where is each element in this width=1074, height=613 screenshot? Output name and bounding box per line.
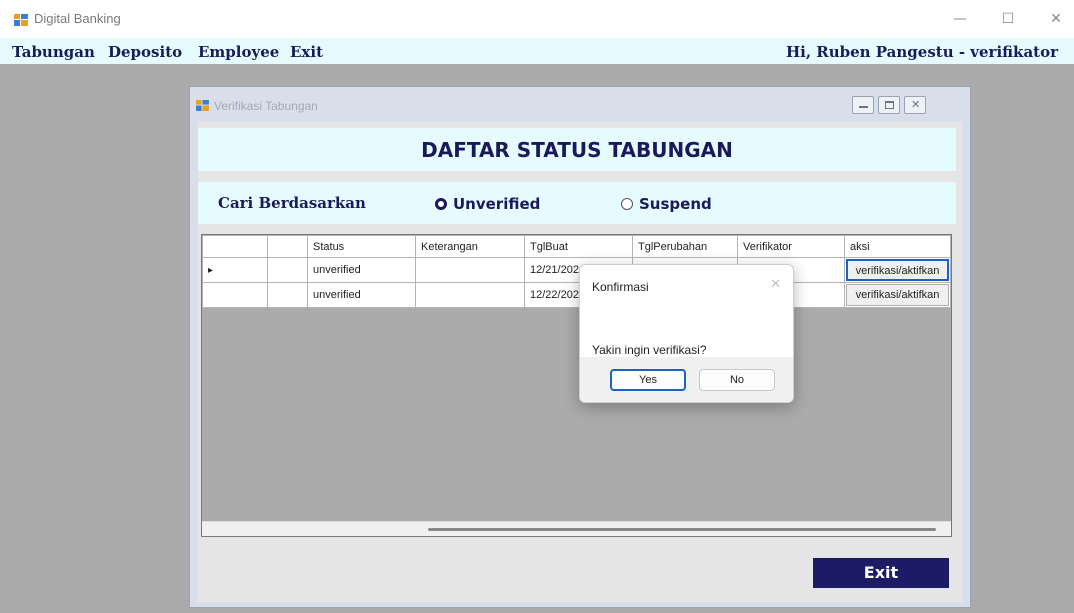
- row-indicator: ▸: [202, 257, 268, 283]
- no-button[interactable]: No: [699, 369, 775, 391]
- cell-aksi: verifikasi/aktifkan: [844, 282, 951, 308]
- row-indicator: [202, 282, 268, 308]
- cell-id[interactable]: [267, 257, 308, 283]
- table-row[interactable]: unverified 12/22/202 verifikasi/aktifkan: [202, 282, 951, 308]
- menu-tabungan[interactable]: Tabungan: [12, 43, 95, 61]
- search-panel: Cari Berdasarkan Unverified Suspend: [198, 182, 956, 224]
- child-title-bar: Verifikasi Tabungan ✕: [190, 87, 970, 122]
- form-icon: [196, 100, 209, 111]
- cell-keterangan[interactable]: [415, 257, 525, 283]
- confirm-dialog: Konfirmasi ✕ Yakin ingin verifikasi? Yes…: [579, 264, 794, 403]
- header-panel: DAFTAR STATUS TABUNGAN: [198, 128, 956, 171]
- col-header-status[interactable]: Status: [307, 235, 416, 258]
- minimize-icon[interactable]: —: [950, 10, 970, 28]
- child-restore-icon[interactable]: [878, 96, 900, 114]
- page-title: DAFTAR STATUS TABUNGAN: [421, 138, 733, 162]
- menu-deposito[interactable]: Deposito: [108, 43, 182, 61]
- app-title: Digital Banking: [34, 11, 121, 26]
- user-greeting: Hi, Ruben Pangestu - verifikator: [785, 43, 1058, 61]
- col-header-keterangan[interactable]: Keterangan: [415, 235, 525, 258]
- col-header-rowselector: [202, 235, 268, 258]
- child-minimize-icon[interactable]: [852, 96, 874, 114]
- app-title-bar: Digital Banking — ☐ ✕: [0, 0, 1074, 38]
- status-table: Status Keterangan TglBuat TglPerubahan V…: [202, 235, 951, 308]
- close-icon[interactable]: ✕: [1046, 10, 1066, 28]
- dialog-close-icon[interactable]: ✕: [770, 277, 781, 292]
- cell-id[interactable]: [267, 282, 308, 308]
- dialog-message: Yakin ingin verifikasi?: [592, 343, 707, 357]
- cell-keterangan[interactable]: [415, 282, 525, 308]
- col-header-id: [267, 235, 308, 258]
- child-title: Verifikasi Tabungan: [214, 99, 318, 113]
- cell-status[interactable]: unverified: [307, 257, 416, 283]
- child-close-icon[interactable]: ✕: [904, 96, 926, 114]
- app-icon: [14, 14, 28, 26]
- radio-suspend-label: Suspend: [639, 195, 712, 213]
- table-header-row: Status Keterangan TglBuat TglPerubahan V…: [202, 235, 951, 258]
- table-row[interactable]: ▸ unverified 12/21/202 verifikasi/aktifk…: [202, 257, 951, 283]
- radio-unselected-icon: [621, 198, 633, 210]
- menu-bar: Tabungan Deposito Employee Exit Hi, Rube…: [0, 38, 1074, 64]
- verifikasi-button[interactable]: verifikasi/aktifkan: [846, 259, 949, 281]
- col-header-verifikator[interactable]: Verifikator: [737, 235, 845, 258]
- cell-status[interactable]: unverified: [307, 282, 416, 308]
- menu-exit[interactable]: Exit: [290, 43, 323, 61]
- col-header-tglperubahan[interactable]: TglPerubahan: [632, 235, 738, 258]
- scrollbar-thumb[interactable]: [428, 528, 936, 531]
- data-grid[interactable]: Status Keterangan TglBuat TglPerubahan V…: [201, 234, 952, 537]
- col-header-aksi[interactable]: aksi: [844, 235, 951, 258]
- exit-button[interactable]: Exit: [813, 558, 949, 588]
- yes-button[interactable]: Yes: [610, 369, 686, 391]
- col-header-tglbuat[interactable]: TglBuat: [524, 235, 633, 258]
- menu-employee[interactable]: Employee: [198, 43, 279, 61]
- dialog-title: Konfirmasi: [592, 280, 649, 294]
- maximize-icon[interactable]: ☐: [998, 10, 1018, 28]
- horizontal-scrollbar[interactable]: [202, 521, 951, 536]
- radio-selected-icon: [435, 198, 447, 210]
- dialog-footer: Yes No: [580, 357, 793, 402]
- radio-unverified-label: Unverified: [453, 195, 541, 213]
- search-label: Cari Berdasarkan: [218, 194, 366, 212]
- cell-aksi: verifikasi/aktifkan: [844, 257, 951, 283]
- verifikasi-button[interactable]: verifikasi/aktifkan: [846, 284, 949, 306]
